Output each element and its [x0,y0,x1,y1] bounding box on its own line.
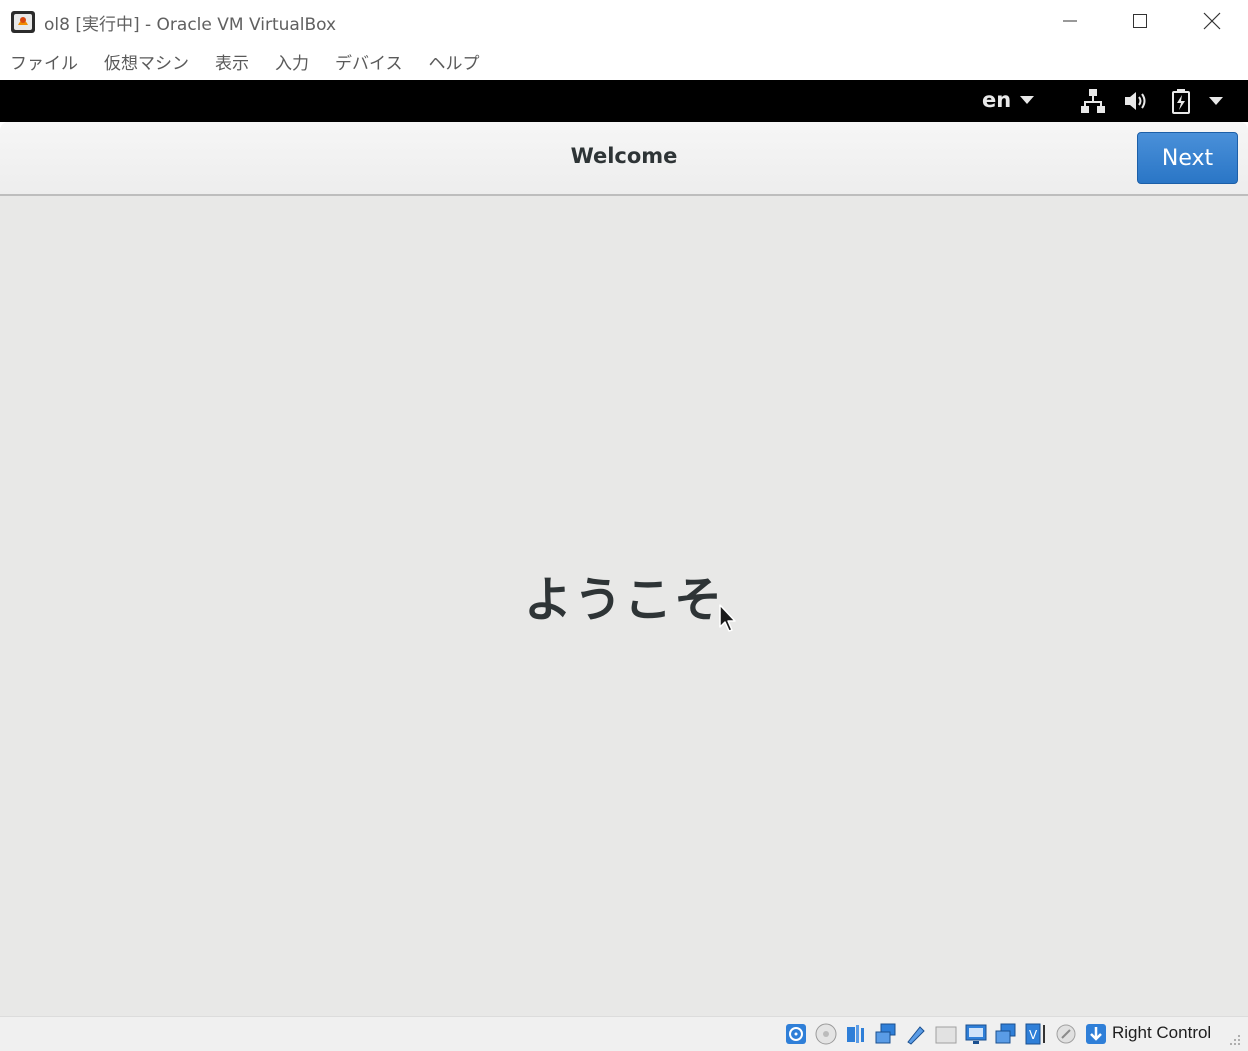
system-menu-chevron-icon[interactable] [1208,96,1224,106]
resize-grip-icon[interactable] [1228,1033,1242,1047]
language-label: en [982,88,1012,112]
page-title: Welcome [570,144,678,168]
gnome-top-bar: en [0,80,1248,122]
virtualbox-icon [11,11,35,33]
vt-x-icon[interactable]: V [1024,1022,1048,1046]
shared-folders-icon[interactable] [934,1022,958,1046]
display-icon[interactable] [964,1022,988,1046]
svg-text:V: V [1029,1028,1038,1042]
host-key-label: Right Control [1112,1023,1212,1042]
chevron-down-icon [1020,96,1035,104]
menubar: ファイル 仮想マシン 表示 入力 デバイス ヘルプ [0,42,1248,80]
vm-status-bar: V Right Control [0,1016,1248,1051]
mouse-integration-icon[interactable] [1054,1022,1078,1046]
volume-icon[interactable] [1123,88,1149,114]
close-button[interactable] [1177,0,1247,42]
menu-view[interactable]: 表示 [215,49,249,74]
minimize-button[interactable] [1035,0,1105,42]
header-bar: Welcome Next [0,122,1248,196]
usb-icon[interactable] [904,1022,928,1046]
battery-icon[interactable] [1170,88,1192,114]
language-indicator[interactable]: en [982,88,1035,112]
mouse-pointer-icon [719,604,736,632]
welcome-heading: ようこそ [523,572,724,628]
audio-icon[interactable] [844,1022,868,1046]
menu-machine[interactable]: 仮想マシン [104,49,189,74]
next-button[interactable]: Next [1137,132,1238,184]
menu-file[interactable]: ファイル [10,49,78,74]
hard-disk-icon[interactable] [784,1022,808,1046]
optical-drive-icon[interactable] [814,1022,838,1046]
minimize-icon [1063,20,1077,22]
close-icon [1203,12,1221,30]
menu-devices[interactable]: デバイス [335,49,403,74]
window-title: ol8 [実行中] - Oracle VM VirtualBox [44,15,337,35]
welcome-page: ようこそ [0,196,1248,1016]
keyboard-capture-icon[interactable] [1084,1022,1108,1046]
window-titlebar: ol8 [実行中] - Oracle VM VirtualBox [0,0,1248,42]
maximize-icon [1133,14,1147,28]
video-capture-icon[interactable] [994,1022,1018,1046]
maximize-button[interactable] [1105,0,1175,42]
menu-input[interactable]: 入力 [275,49,309,74]
network-wired-icon[interactable] [1080,88,1106,114]
menu-help[interactable]: ヘルプ [429,49,480,74]
network-icon[interactable] [874,1022,898,1046]
